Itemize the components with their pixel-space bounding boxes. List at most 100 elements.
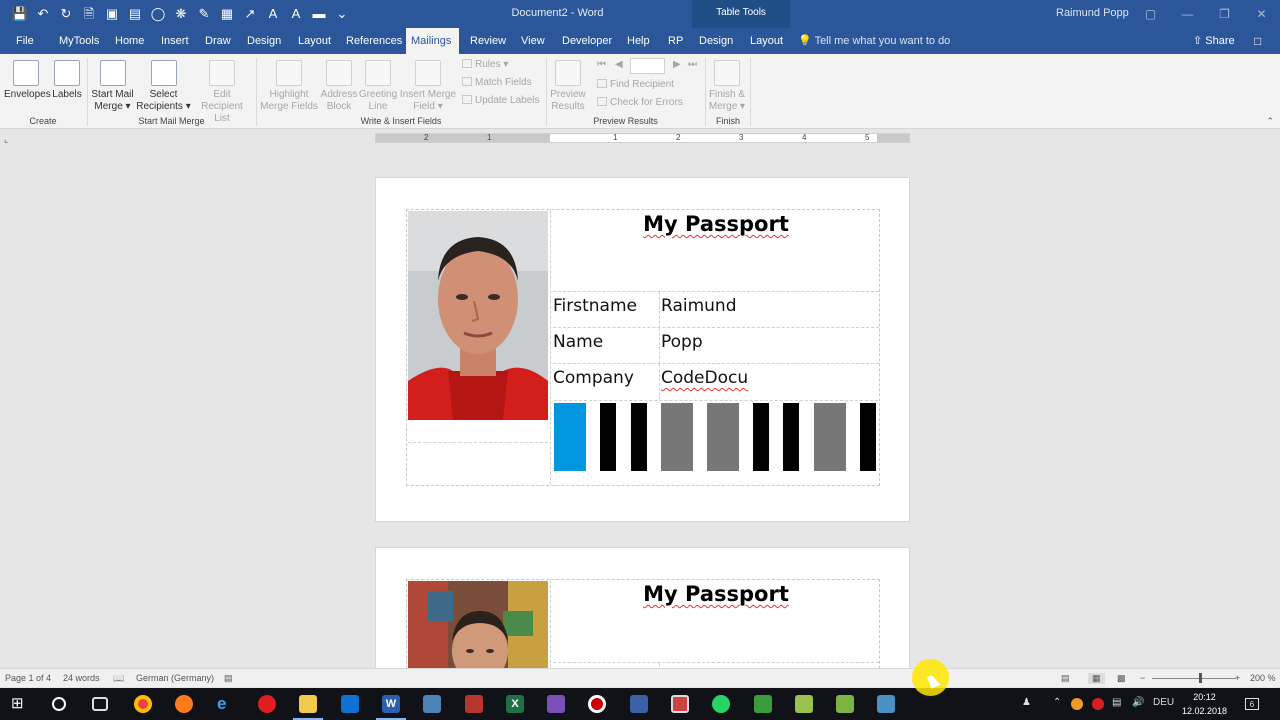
greeting-line-button[interactable]: Greeting Line [358,60,398,113]
tell-me-box[interactable]: 💡 Tell me what you want to do [798,28,950,54]
read-mode-icon[interactable]: ▤ [1061,673,1070,684]
volume-icon[interactable]: 🔊 [1132,697,1144,708]
tray-app-icon[interactable] [1071,698,1083,710]
collapse-ribbon-icon[interactable]: ⌃ [1266,116,1274,127]
task-view-icon[interactable] [92,697,108,711]
whatsapp-icon[interactable] [712,695,730,713]
user-name[interactable]: Raimund Popp [1056,7,1129,19]
input-language[interactable]: DEU [1153,697,1174,708]
tab-home[interactable]: Home [111,28,148,54]
macro-record-icon[interactable]: ▤ [224,673,233,684]
page-count[interactable]: Page 1 of 4 [5,673,51,683]
zoom-in-icon[interactable]: + [1235,673,1240,683]
android-icon[interactable] [836,695,854,713]
tab-review[interactable]: Review [466,28,510,54]
tab-table-design[interactable]: Design [695,28,737,54]
clock[interactable]: 20:12 12.02.2018 [1182,690,1227,718]
recording-icon[interactable] [1092,698,1104,710]
select-recipients-button[interactable]: Select Recipients ▾ [136,60,191,113]
previous-record-icon[interactable]: ◀ [615,59,623,70]
zoom-slider-handle[interactable] [1199,673,1202,683]
close-icon[interactable]: ✕ [1243,0,1280,28]
app-icon[interactable] [754,695,772,713]
comments-icon[interactable]: □ [1254,34,1261,48]
access-icon[interactable] [465,695,483,713]
zoom-out-icon[interactable]: − [1140,673,1145,683]
tab-references[interactable]: References [342,28,406,54]
document-page[interactable]: My Passport Firstname Raimund Name Popp … [375,177,910,522]
outlook-icon[interactable] [341,695,359,713]
table-row[interactable]: Firstname Raimund [553,291,879,328]
windows-start-icon[interactable]: ⊞ [11,695,29,713]
update-labels-button[interactable]: Update Labels [462,95,540,106]
match-fields-button[interactable]: Match Fields [462,77,532,88]
check-errors-button[interactable]: Check for Errors [597,97,683,108]
word-icon[interactable]: W [376,695,406,720]
highlight-merge-fields-button[interactable]: Highlight Merge Fields [259,60,319,113]
app-icon[interactable] [877,695,895,713]
action-center-icon[interactable]: 6 [1245,698,1259,710]
word-count[interactable]: 24 words [63,673,100,683]
tab-design[interactable]: Design [243,28,285,54]
tab-table-layout[interactable]: Layout [746,28,787,54]
app-icon[interactable] [671,695,689,713]
excel-icon[interactable]: X [506,695,524,713]
tab-help[interactable]: Help [623,28,654,54]
ribbon-display-icon[interactable]: ▢ [1132,0,1169,28]
print-layout-icon[interactable]: ▦ [1088,673,1105,684]
web-layout-icon[interactable]: ▩ [1117,673,1126,684]
show-hidden-icons-icon[interactable]: ⌃ [1053,697,1061,708]
record-number-input[interactable] [630,58,665,74]
edge-icon[interactable]: e [217,695,235,713]
language[interactable]: German (Germany) [136,673,214,683]
firefox-icon[interactable] [175,695,193,713]
restore-icon[interactable]: ❐ [1206,0,1243,28]
app-icon[interactable] [423,695,441,713]
minimize-icon[interactable]: — [1169,0,1206,28]
network-icon[interactable]: ▤ [1112,697,1121,708]
tab-mailings[interactable]: Mailings [406,28,459,54]
next-record-icon[interactable]: ▶ [673,59,681,70]
tab-draw[interactable]: Draw [201,28,235,54]
address-block-button[interactable]: Address Block [319,60,359,113]
opera-icon[interactable] [258,695,276,713]
find-recipient-button[interactable]: Find Recipient [597,79,674,90]
passport-photo[interactable] [408,581,548,670]
passport-card[interactable]: My Passport Firstname Raimund Name Popp … [406,209,880,486]
people-icon[interactable]: ♟ [1022,697,1031,708]
passport-photo[interactable] [408,211,548,420]
cortana-icon[interactable] [52,697,66,711]
horizontal-ruler[interactable]: 2 1 1 2 3 4 5 [375,133,910,143]
tab-developer[interactable]: Developer [558,28,616,54]
screen-recorder-icon[interactable] [588,695,606,713]
tab-mytools[interactable]: MyTools [55,28,103,54]
rules-button[interactable]: Rules ▾ [462,59,508,70]
preview-results-button[interactable]: Preview Results [548,60,588,113]
share-button[interactable]: ⇧ Share [1193,28,1235,54]
tab-view[interactable]: View [517,28,549,54]
chrome-icon[interactable] [134,695,152,713]
labels-button[interactable]: Labels [50,60,84,101]
passport-card[interactable]: My Passport [406,579,880,670]
start-mail-merge-button[interactable]: Start Mail Merge ▾ [90,60,135,113]
zoom-level[interactable]: 200 % [1250,673,1276,683]
app-icon[interactable] [795,695,813,713]
last-record-icon[interactable]: ⏭ [688,59,697,70]
finish-merge-button[interactable]: Finish & Merge ▾ [707,60,747,113]
envelopes-button[interactable]: Envelopes [4,60,51,101]
zoom-slider[interactable] [1152,678,1236,679]
tab-selector-icon[interactable]: ⌞ [4,134,16,144]
table-row[interactable]: Company CodeDocu [553,363,879,400]
tab-file[interactable]: File [12,28,38,54]
tab-rp[interactable]: RP [664,28,687,54]
file-explorer-icon[interactable] [293,695,323,720]
table-row[interactable]: Name Popp [553,327,879,364]
proofing-icon[interactable]: 📖 [113,673,124,684]
document-page[interactable]: My Passport [375,547,910,671]
tab-insert[interactable]: Insert [157,28,193,54]
insert-merge-field-button[interactable]: Insert Merge Field ▾ [398,60,458,113]
tab-layout[interactable]: Layout [294,28,335,54]
visual-studio-icon[interactable] [547,695,565,713]
app-icon[interactable] [630,695,648,713]
first-record-icon[interactable]: ⏮ [597,59,606,70]
